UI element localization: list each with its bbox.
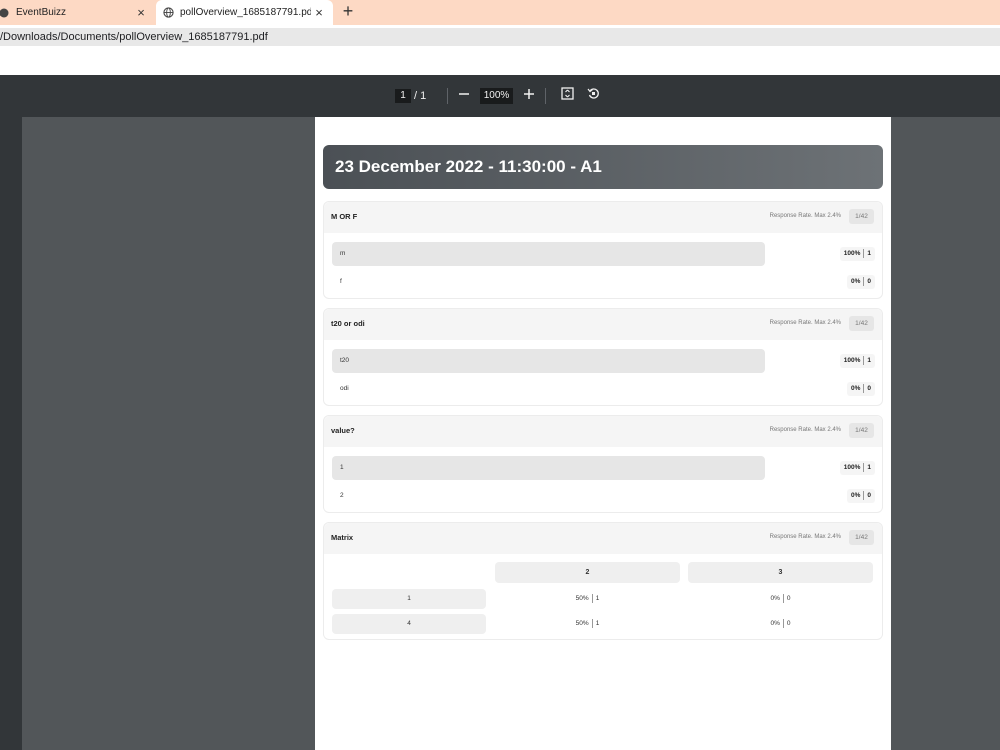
rotate-icon xyxy=(587,88,599,99)
question-header: t20 or odi Response Rate. Max 2.4% 1/42 xyxy=(324,309,882,340)
option-votes: 0 xyxy=(867,492,871,499)
option-row: 1 100% 1 xyxy=(332,456,875,480)
option-stat: 100% 1 xyxy=(839,247,875,261)
matrix-cell-percent: 50% xyxy=(575,595,589,602)
response-rate: Response Rate. Max 2.4% xyxy=(769,320,841,326)
zoom-in-button[interactable] xyxy=(520,87,538,105)
rotate-button[interactable] xyxy=(584,87,602,105)
pdf-toolbar: 1 / 1 100% xyxy=(0,75,1000,117)
tab-title: EventBuizz xyxy=(16,7,67,18)
option-row: f 0% 0 xyxy=(332,270,875,294)
fit-to-page-button[interactable] xyxy=(558,87,576,105)
question-title: Matrix xyxy=(331,533,354,542)
option-votes: 0 xyxy=(867,385,871,392)
option-stat: 100% 1 xyxy=(839,461,875,475)
option-stat: 0% 0 xyxy=(846,382,875,396)
toolbar-divider xyxy=(447,88,448,104)
option-result-bar xyxy=(332,456,765,480)
matrix-cell: 50% 1 xyxy=(495,614,680,634)
pdf-sidebar xyxy=(0,117,22,750)
option-votes: 1 xyxy=(867,357,871,364)
option-percent: 0% xyxy=(850,492,861,499)
zoom-level-input[interactable]: 100% xyxy=(480,88,513,104)
pdf-page: 23 December 2022 - 11:30:00 - A1 M OR F … xyxy=(315,117,891,750)
matrix-cell: 0% 0 xyxy=(688,589,873,609)
matrix-column-header: 3 xyxy=(688,562,873,583)
zoom-out-button[interactable] xyxy=(455,87,473,105)
option-row: odi 0% 0 xyxy=(332,377,875,401)
matrix-row-label: 1 xyxy=(332,589,486,609)
option-votes: 1 xyxy=(867,250,871,257)
matrix-cell-percent: 0% xyxy=(770,595,780,602)
matrix-cell-percent: 0% xyxy=(770,620,780,627)
question-card: t20 or odi Response Rate. Max 2.4% 1/42 … xyxy=(323,308,883,406)
question-header: M OR F Response Rate. Max 2.4% 1/42 xyxy=(324,202,882,233)
question-title: t20 or odi xyxy=(331,319,365,328)
option-percent: 100% xyxy=(843,250,861,257)
response-rate: Response Rate. Max 2.4% xyxy=(769,534,841,540)
tab-close-icon[interactable]: × xyxy=(133,5,149,20)
page-number-input[interactable]: 1 xyxy=(395,89,411,103)
matrix-cell-votes: 0 xyxy=(786,620,791,627)
response-count-badge: 1/42 xyxy=(849,530,874,545)
option-row: t20 100% 1 xyxy=(332,349,875,373)
option-result-bar xyxy=(332,349,765,373)
option-label: t20 xyxy=(340,357,350,364)
option-percent: 100% xyxy=(843,357,861,364)
option-label: 1 xyxy=(340,464,344,471)
option-votes: 1 xyxy=(867,464,871,471)
option-stat: 100% 1 xyxy=(839,354,875,368)
new-tab-button[interactable]: + xyxy=(338,2,358,22)
browser-tab-strip: EventBuizz × pollOverview_1685187791.pdf… xyxy=(0,0,1000,25)
question-card: M OR F Response Rate. Max 2.4% 1/42 m 10… xyxy=(323,201,883,299)
question-title: value? xyxy=(331,426,355,435)
option-percent: 100% xyxy=(843,464,861,471)
globe-icon xyxy=(162,7,174,19)
address-bar: /Downloads/Documents/pollOverview_168518… xyxy=(0,25,1000,49)
option-label: m xyxy=(340,250,346,257)
matrix-question-card: Matrix Response Rate. Max 2.4% 1/42 2 3 … xyxy=(323,522,883,640)
option-label: 2 xyxy=(340,492,344,499)
url-field[interactable]: /Downloads/Documents/pollOverview_168518… xyxy=(0,28,1000,46)
matrix-cell-votes: 1 xyxy=(595,595,600,602)
question-header: value? Response Rate. Max 2.4% 1/42 xyxy=(324,416,882,447)
option-row: m 100% 1 xyxy=(332,242,875,266)
response-rate: Response Rate. Max 2.4% xyxy=(769,427,841,433)
option-votes: 0 xyxy=(867,278,871,285)
question-title: M OR F xyxy=(331,212,358,221)
matrix-cell: 50% 1 xyxy=(495,589,680,609)
question-card: value? Response Rate. Max 2.4% 1/42 1 10… xyxy=(323,415,883,513)
question-header: Matrix Response Rate. Max 2.4% 1/42 xyxy=(324,523,882,554)
option-percent: 0% xyxy=(850,385,861,392)
fit-page-icon xyxy=(560,87,574,100)
minus-icon xyxy=(459,93,469,95)
document-title: 23 December 2022 - 11:30:00 - A1 xyxy=(323,145,883,189)
option-percent: 0% xyxy=(850,278,861,285)
response-rate: Response Rate. Max 2.4% xyxy=(769,213,841,219)
plus-icon xyxy=(524,89,534,99)
matrix-row-label: 4 xyxy=(332,614,486,634)
response-count-badge: 1/42 xyxy=(849,209,874,224)
toolbar-divider xyxy=(545,88,546,104)
option-label: odi xyxy=(340,385,349,392)
matrix-column-header: 2 xyxy=(495,562,680,583)
option-stat: 0% 0 xyxy=(846,275,875,289)
matrix-cell-percent: 50% xyxy=(575,620,589,627)
option-result-bar xyxy=(332,242,765,266)
page-count: / 1 xyxy=(414,90,427,102)
response-count-badge: 1/42 xyxy=(849,423,874,438)
bookmarks-area xyxy=(0,49,1000,75)
tab-close-icon[interactable]: × xyxy=(311,5,327,20)
matrix-cell: 0% 0 xyxy=(688,614,873,634)
response-count-badge: 1/42 xyxy=(849,316,874,331)
matrix-cell-votes: 1 xyxy=(595,620,600,627)
tab-title: pollOverview_1685187791.pdf xyxy=(180,7,311,18)
tab-poll-overview-pdf[interactable]: pollOverview_1685187791.pdf × xyxy=(156,0,333,25)
option-stat: 0% 0 xyxy=(846,489,875,503)
tab-eventbuizz[interactable]: EventBuizz × xyxy=(0,0,155,25)
eventbuizz-favicon-icon xyxy=(0,7,10,19)
matrix-cell-votes: 0 xyxy=(786,595,791,602)
option-label: f xyxy=(340,278,342,285)
option-row: 2 0% 0 xyxy=(332,484,875,508)
